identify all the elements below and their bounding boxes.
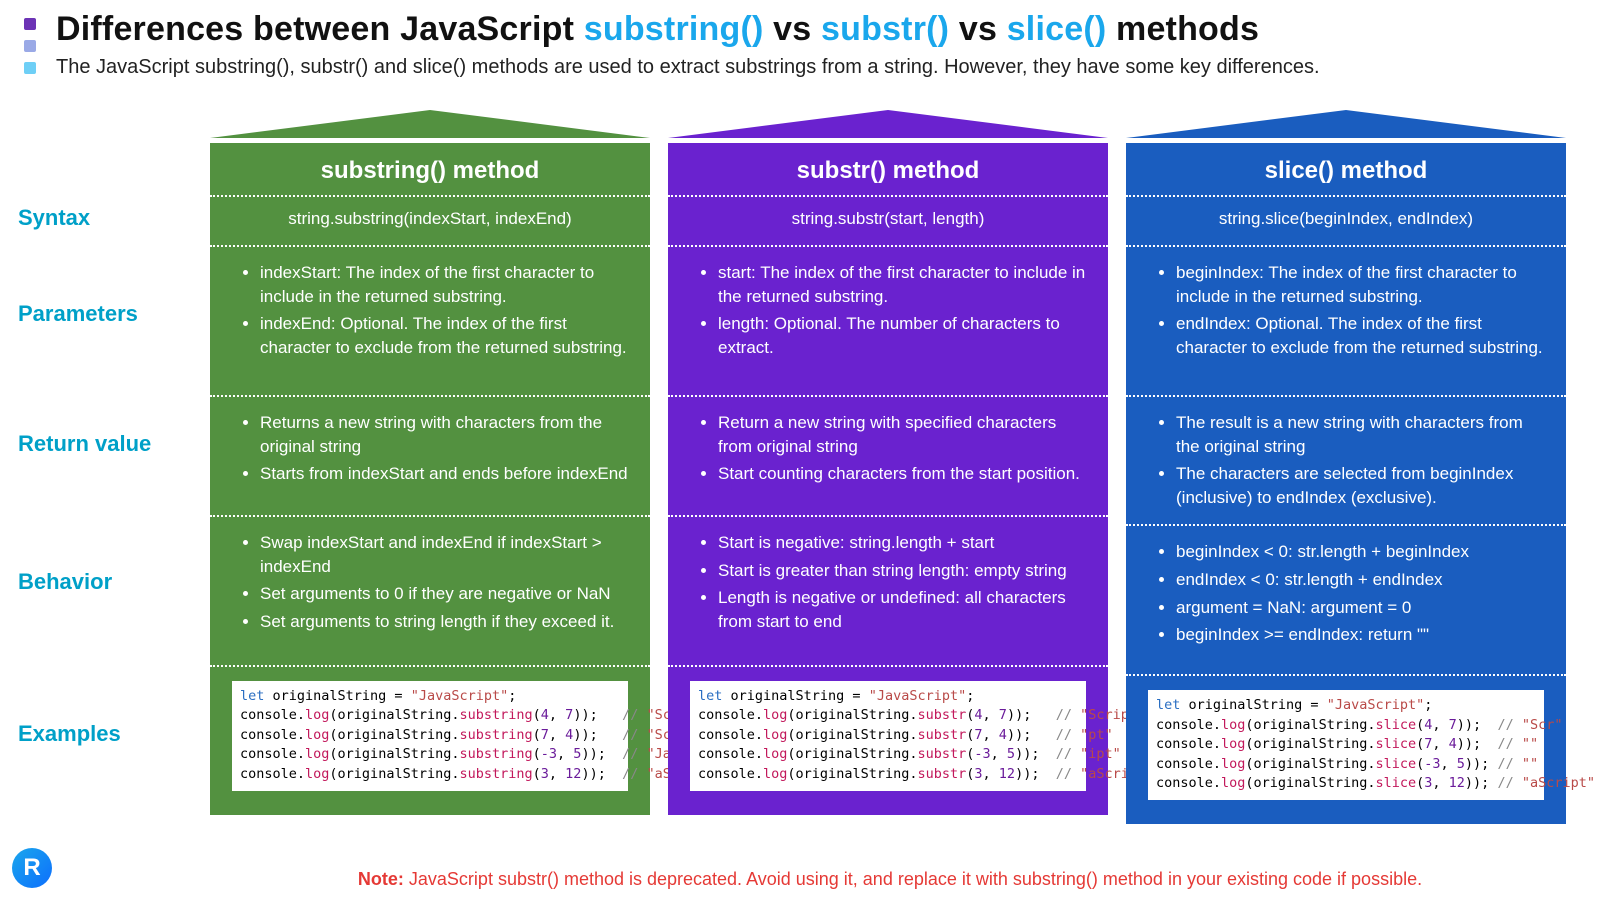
column-peak-icon	[210, 110, 650, 138]
return-cell: Return a new string with specified chara…	[668, 395, 1108, 515]
label-syntax: Syntax	[18, 205, 90, 231]
list-item: indexEnd: Optional. The index of the fir…	[260, 312, 628, 360]
title-text: Differences between JavaScript	[56, 10, 584, 48]
code-example: let originalString = "JavaScript"; conso…	[1148, 690, 1544, 800]
list-item: beginIndex >= endIndex: return ""	[1176, 623, 1544, 647]
code-example: let originalString = "JavaScript"; conso…	[690, 681, 1086, 791]
list-item: Swap indexStart and indexEnd if indexSta…	[260, 531, 628, 579]
column-substr: substr() methodstring.substr(start, leng…	[668, 110, 1108, 824]
title-substr: substr()	[821, 10, 949, 48]
decor-squares	[24, 18, 36, 74]
list-item: Return a new string with specified chara…	[718, 411, 1086, 459]
page-title: Differences between JavaScript substring…	[56, 10, 1259, 49]
syntax-cell: string.substr(start, length)	[668, 195, 1108, 245]
list-item: length: Optional. The number of characte…	[718, 312, 1086, 360]
list-item: start: The index of the first character …	[718, 261, 1086, 309]
list-item: argument = NaN: argument = 0	[1176, 596, 1544, 620]
column-slice: slice() methodstring.slice(beginIndex, e…	[1126, 110, 1566, 824]
list-item: indexStart: The index of the first chara…	[260, 261, 628, 309]
column-peak-icon	[1126, 110, 1566, 138]
method-title: substring() method	[210, 151, 650, 195]
footer-note: Note: JavaScript substr() method is depr…	[210, 869, 1570, 890]
parameters-cell: beginIndex: The index of the first chara…	[1126, 245, 1566, 395]
examples-cell: let originalString = "JavaScript"; conso…	[1126, 674, 1566, 814]
note-bold: Note:	[358, 869, 404, 889]
list-item: The characters are selected from beginIn…	[1176, 462, 1544, 510]
list-item: Returns a new string with characters fro…	[260, 411, 628, 459]
behavior-cell: Swap indexStart and indexEnd if indexSta…	[210, 515, 650, 665]
behavior-cell: Start is negative: string.length + start…	[668, 515, 1108, 665]
column-peak-icon	[668, 110, 1108, 138]
list-item: Set arguments to string length if they e…	[260, 610, 628, 634]
code-example: let originalString = "JavaScript"; conso…	[232, 681, 628, 791]
return-cell: Returns a new string with characters fro…	[210, 395, 650, 515]
list-item: Start is negative: string.length + start	[718, 531, 1086, 555]
comparison-grid: substring() methodstring.substring(index…	[210, 110, 1566, 824]
examples-cell: let originalString = "JavaScript"; conso…	[210, 665, 650, 805]
list-item: Length is negative or undefined: all cha…	[718, 586, 1086, 634]
list-item: Start counting characters from the start…	[718, 462, 1086, 486]
method-title: slice() method	[1126, 151, 1566, 195]
note-text: JavaScript substr() method is deprecated…	[404, 869, 1422, 889]
title-substring: substring()	[584, 10, 764, 48]
syntax-cell: string.substring(indexStart, indexEnd)	[210, 195, 650, 245]
list-item: beginIndex < 0: str.length + beginIndex	[1176, 540, 1544, 564]
return-cell: The result is a new string with characte…	[1126, 395, 1566, 524]
brand-logo-icon: R	[12, 848, 52, 888]
label-behavior: Behavior	[18, 569, 112, 595]
list-item: Start is greater than string length: emp…	[718, 559, 1086, 583]
label-examples: Examples	[18, 721, 121, 747]
method-title: substr() method	[668, 151, 1108, 195]
list-item: Set arguments to 0 if they are negative …	[260, 582, 628, 606]
list-item: endIndex < 0: str.length + endIndex	[1176, 568, 1544, 592]
label-parameters: Parameters	[18, 301, 138, 327]
column-substring: substring() methodstring.substring(index…	[210, 110, 650, 824]
behavior-cell: beginIndex < 0: str.length + beginIndex e…	[1126, 524, 1566, 674]
list-item: endIndex: Optional. The index of the fir…	[1176, 312, 1544, 360]
page-subtitle: The JavaScript substring(), substr() and…	[56, 56, 1320, 79]
list-item: The result is a new string with characte…	[1176, 411, 1544, 459]
title-slice: slice()	[1007, 10, 1107, 48]
parameters-cell: indexStart: The index of the first chara…	[210, 245, 650, 395]
label-return: Return value	[18, 431, 151, 457]
list-item: beginIndex: The index of the first chara…	[1176, 261, 1544, 309]
syntax-cell: string.slice(beginIndex, endIndex)	[1126, 195, 1566, 245]
list-item: Starts from indexStart and ends before i…	[260, 462, 628, 486]
parameters-cell: start: The index of the first character …	[668, 245, 1108, 395]
examples-cell: let originalString = "JavaScript"; conso…	[668, 665, 1108, 805]
